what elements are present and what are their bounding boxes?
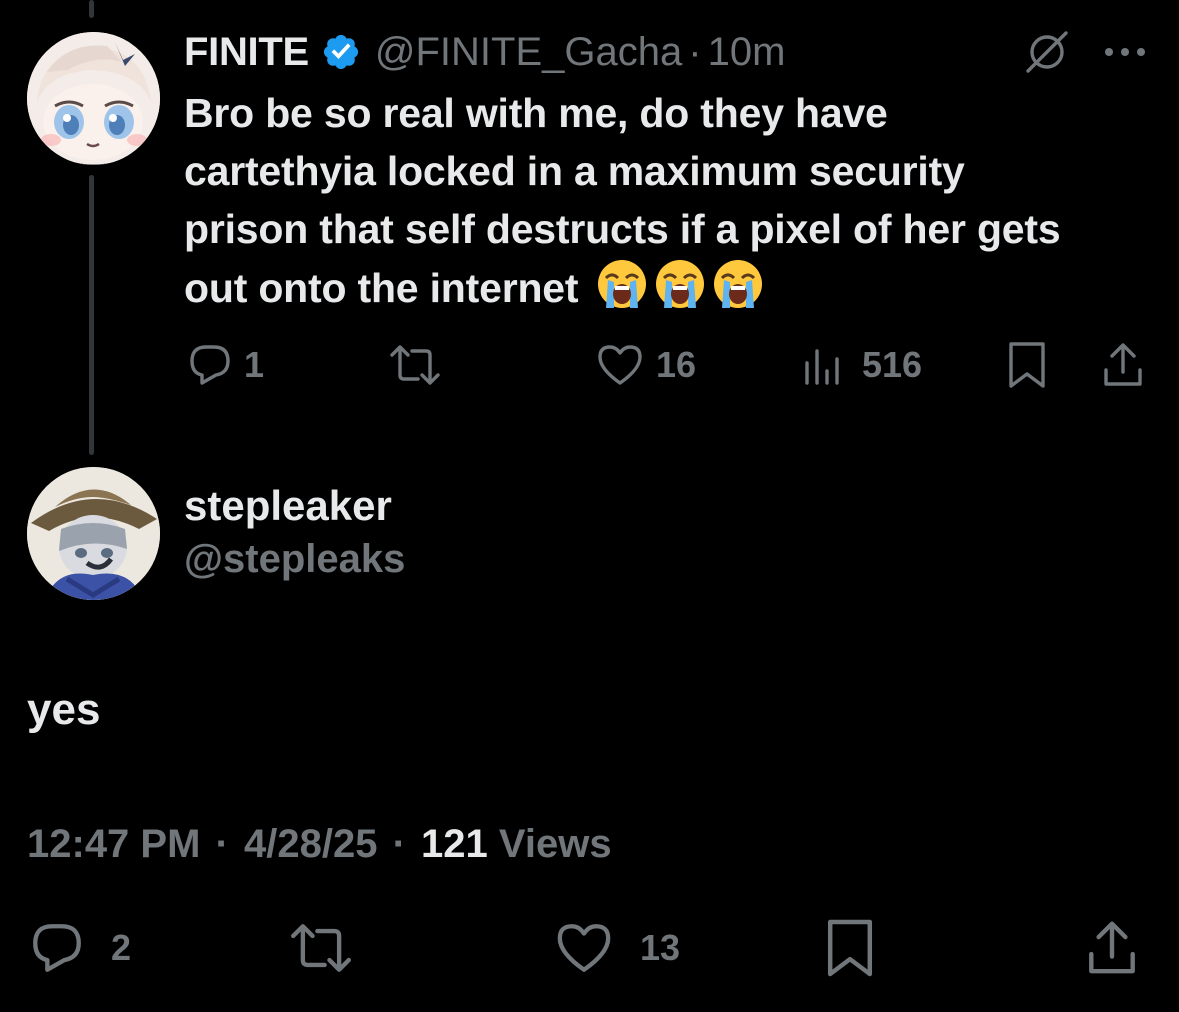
post-time[interactable]: 12:47 PM [27, 822, 200, 866]
heart-icon [557, 924, 611, 972]
reply-count: 1 [244, 344, 265, 385]
view-count: 516 [862, 344, 923, 385]
avatar-finite[interactable] [27, 32, 160, 165]
repost-icon [390, 345, 440, 385]
timestamp[interactable]: 10m [708, 30, 786, 75]
thread-line-top [89, 0, 94, 18]
share-button[interactable] [1084, 916, 1140, 980]
views-label: Views [498, 822, 612, 866]
reply-button[interactable]: 1 [186, 340, 264, 390]
share-icon [1089, 921, 1135, 974]
views-count[interactable]: 121 [421, 822, 488, 866]
like-button[interactable]: 13 [554, 918, 680, 978]
tweet-metadata: 12:47 PM · 4/28/25 · 121 Views [27, 822, 612, 867]
heart-icon [598, 345, 642, 385]
bookmark-icon [1009, 342, 1045, 388]
avatar-illustration [27, 32, 160, 165]
repost-icon [291, 924, 351, 972]
bookmark-icon [827, 919, 873, 977]
bookmark-button[interactable] [824, 916, 876, 980]
separator-dot: · [688, 29, 702, 74]
repost-button[interactable] [386, 340, 444, 390]
views-button[interactable]: 516 [802, 340, 922, 390]
main-tweet-text: yes [27, 685, 101, 734]
avatar-illustration [27, 467, 160, 600]
grok-icon[interactable] [1022, 26, 1072, 78]
thread-line [89, 175, 94, 455]
separator-dot: · [392, 822, 406, 866]
loudly-crying-face-icon [597, 260, 646, 308]
like-button[interactable]: 16 [596, 340, 696, 390]
loudly-crying-face-icon [655, 260, 704, 308]
share-button[interactable] [1100, 340, 1146, 390]
reply-icon [190, 345, 230, 385]
reply-icon [33, 924, 81, 972]
share-icon [1104, 343, 1142, 386]
display-name[interactable]: stepleaker [184, 482, 392, 530]
handle[interactable]: @FINITE_Gacha [375, 30, 682, 75]
avatar-stepleaker[interactable] [27, 467, 160, 600]
like-count: 16 [656, 344, 697, 385]
more-options-icon[interactable] [1100, 26, 1150, 78]
parent-tweet-text: Bro be so real with me, do they have car… [184, 84, 1084, 317]
like-count: 13 [640, 927, 681, 968]
display-name[interactable]: FINITE [184, 30, 309, 75]
handle[interactable]: @stepleaks [184, 537, 405, 582]
loudly-crying-face-icon [713, 260, 762, 308]
bookmark-button[interactable] [1006, 340, 1048, 390]
reply-button[interactable]: 2 [27, 918, 131, 978]
analytics-icon [805, 349, 839, 385]
post-date[interactable]: 4/28/25 [244, 822, 377, 866]
separator-dot: · [215, 822, 229, 866]
reply-count: 2 [111, 927, 132, 968]
verified-badge-icon[interactable] [321, 32, 361, 72]
repost-button[interactable] [285, 918, 357, 978]
parent-tweet-header: FINITE @FINITE_Gacha · 10m [184, 26, 785, 78]
